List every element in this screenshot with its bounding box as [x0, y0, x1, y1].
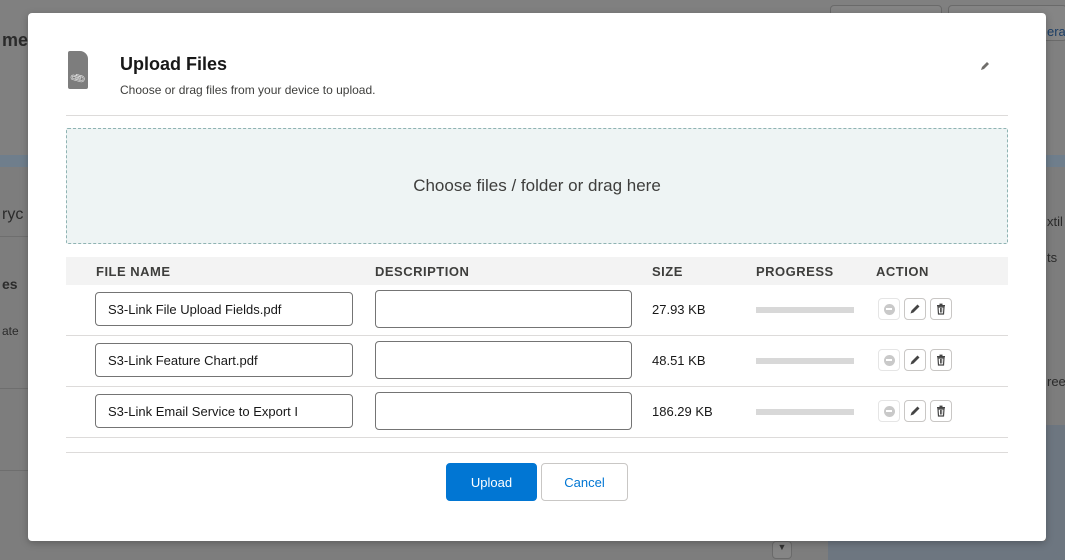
description-input[interactable] [375, 392, 632, 430]
bg-bottom-panel [828, 541, 1065, 560]
file-name-input[interactable] [95, 343, 353, 377]
file-size: 48.51 KB [652, 353, 706, 368]
upload-button[interactable]: Upload [446, 463, 537, 501]
column-header-size: SIZE [652, 264, 683, 279]
file-size: 186.29 KB [652, 404, 713, 419]
upload-progress-bar [756, 307, 854, 313]
trash-icon[interactable] [930, 298, 952, 320]
scroll-down-arrow-icon: ▼ [772, 541, 792, 559]
remove-circle-icon[interactable] [878, 349, 900, 371]
trash-icon[interactable] [930, 349, 952, 371]
bg-left-band [0, 155, 28, 167]
edit-pencil-icon[interactable] [904, 349, 926, 371]
remove-circle-icon[interactable] [878, 400, 900, 422]
bg-right-fragment: xtil [1047, 214, 1063, 229]
file-name-input[interactable] [95, 394, 353, 428]
bg-right-panel [1046, 425, 1065, 560]
description-input[interactable] [375, 341, 632, 379]
edit-pencil-icon[interactable] [904, 400, 926, 422]
upload-progress-bar [756, 358, 854, 364]
bg-left-caption: ate [2, 324, 19, 338]
file-name-input[interactable] [95, 292, 353, 326]
bg-right-link: era [1047, 24, 1065, 39]
paperclip-icon: 📎︎ [69, 70, 88, 88]
table-row: 27.93 KB [66, 285, 1008, 336]
column-header-action: ACTION [876, 264, 929, 279]
bg-page-title: me [2, 30, 29, 50]
table-row: 48.51 KB [66, 336, 1008, 387]
file-table-header: FILE NAME DESCRIPTION SIZE PROGRESS ACTI… [66, 257, 1008, 285]
dropzone-label: Choose files / folder or drag here [413, 176, 661, 195]
column-header-file-name: FILE NAME [96, 264, 171, 279]
bg-left-heading: es [2, 276, 18, 292]
header-divider [66, 115, 1008, 116]
footer-divider [66, 452, 1008, 453]
cancel-button[interactable]: Cancel [541, 463, 628, 501]
bg-divider [0, 388, 28, 389]
modal-title: Upload Files [120, 54, 228, 74]
bg-right-fragment: ts [1047, 250, 1058, 265]
bg-divider [0, 470, 28, 471]
bg-right-band [1046, 155, 1065, 167]
file-dropzone[interactable]: Choose files / folder or drag here [66, 128, 1008, 244]
column-header-description: DESCRIPTION [375, 264, 470, 279]
bg-left-fragment: ryc [2, 206, 24, 223]
edit-pencil-icon[interactable] [904, 298, 926, 320]
bg-divider [0, 236, 28, 237]
bg-right-fragment: ree [1047, 374, 1065, 389]
upload-files-modal: 📎︎ Upload Files Choose or drag files fro… [28, 13, 1046, 541]
table-row: 186.29 KB [66, 387, 1008, 438]
edit-pencil-icon[interactable] [980, 59, 990, 74]
description-input[interactable] [375, 290, 632, 328]
file-size: 27.93 KB [652, 302, 706, 317]
trash-icon[interactable] [930, 400, 952, 422]
upload-progress-bar [756, 409, 854, 415]
modal-subtitle: Choose or drag files from your device to… [120, 83, 376, 97]
column-header-progress: PROGRESS [756, 264, 834, 279]
attachment-document-icon: 📎︎ [68, 51, 88, 89]
remove-circle-icon[interactable] [878, 298, 900, 320]
